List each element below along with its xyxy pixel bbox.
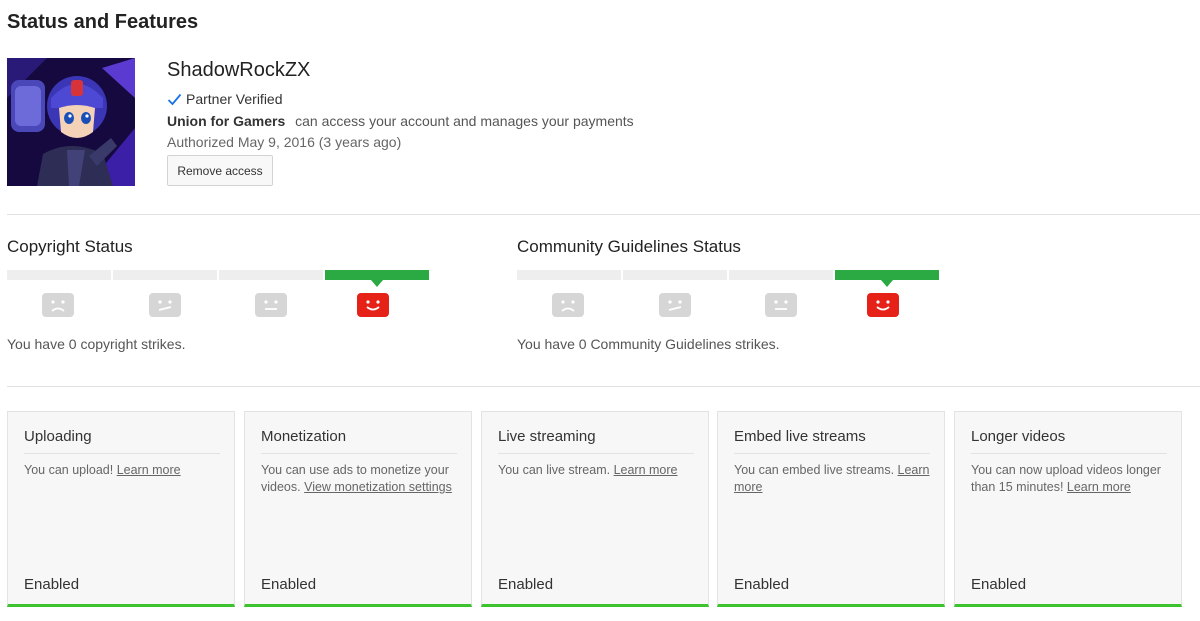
happy-face-icon bbox=[357, 293, 389, 317]
learn-more-link[interactable]: Learn more bbox=[117, 463, 181, 477]
strike-segment bbox=[517, 270, 621, 280]
feature-desc-text: You can live stream. bbox=[498, 463, 614, 477]
divider bbox=[7, 214, 1200, 215]
feature-card-uploading: Uploading You can upload! Learn more Ena… bbox=[7, 411, 235, 607]
feature-status: Enabled bbox=[971, 576, 1027, 593]
strike-segment bbox=[623, 270, 727, 280]
authorized-date: Authorized May 9, 2016 (3 years ago) bbox=[167, 134, 402, 150]
feature-status: Enabled bbox=[261, 576, 317, 593]
community-strike-meter bbox=[517, 270, 941, 287]
channel-name: ShadowRockZX bbox=[167, 59, 311, 81]
feature-card-live-streaming: Live streaming You can live stream. Lear… bbox=[481, 411, 709, 607]
strike-segment bbox=[113, 270, 217, 280]
sad-face-icon bbox=[552, 293, 584, 317]
copyright-strike-count: You have 0 copyright strikes. bbox=[7, 336, 186, 352]
feature-title: Live streaming bbox=[498, 428, 694, 454]
partner-label: Partner Verified bbox=[186, 91, 283, 107]
feature-title: Embed live streams bbox=[734, 428, 930, 454]
community-guidelines-status: Community Guidelines Status You have 0 C… bbox=[517, 237, 957, 352]
community-status-title: Community Guidelines Status bbox=[517, 237, 741, 256]
remove-access-button[interactable]: Remove access bbox=[167, 155, 273, 186]
strike-segment-active bbox=[835, 270, 939, 287]
strike-segment bbox=[219, 270, 323, 280]
feature-description: You can upload! Learn more bbox=[24, 462, 224, 479]
strike-segment bbox=[7, 270, 111, 280]
view-monetization-settings-link[interactable]: View monetization settings bbox=[304, 480, 452, 494]
feature-description: You can embed live streams. Learn more bbox=[734, 462, 934, 496]
feature-description: You can now upload videos longer than 15… bbox=[971, 462, 1171, 496]
feature-desc-text: You can embed live streams. bbox=[734, 463, 898, 477]
copyright-status-title: Copyright Status bbox=[7, 237, 133, 256]
sad-face-icon bbox=[42, 293, 74, 317]
community-strike-count: You have 0 Community Guidelines strikes. bbox=[517, 336, 780, 352]
neutral-face-icon bbox=[765, 293, 797, 317]
learn-more-link[interactable]: Learn more bbox=[1067, 480, 1131, 494]
partner-status: Partner Verified bbox=[167, 91, 283, 107]
check-icon bbox=[167, 92, 182, 107]
unsure-face-icon bbox=[659, 293, 691, 317]
feature-title: Monetization bbox=[261, 428, 457, 454]
copyright-status: Copyright Status You have 0 copyright st… bbox=[7, 237, 447, 352]
feature-description: You can use ads to monetize your videos.… bbox=[261, 462, 461, 496]
access-text: can access your account and manages your… bbox=[295, 113, 634, 129]
unsure-face-icon bbox=[149, 293, 181, 317]
feature-card-embed-live-streams: Embed live streams You can embed live st… bbox=[717, 411, 945, 607]
copyright-strike-meter bbox=[7, 270, 431, 287]
feature-status: Enabled bbox=[24, 576, 80, 593]
access-info: Union for Gamers can access your account… bbox=[167, 113, 634, 129]
happy-face-icon bbox=[867, 293, 899, 317]
feature-status: Enabled bbox=[498, 576, 554, 593]
feature-card-monetization: Monetization You can use ads to monetize… bbox=[244, 411, 472, 607]
page-title: Status and Features bbox=[7, 11, 199, 33]
divider bbox=[7, 386, 1200, 387]
feature-card-longer-videos: Longer videos You can now upload videos … bbox=[954, 411, 1182, 607]
feature-title: Longer videos bbox=[971, 428, 1167, 454]
learn-more-link[interactable]: Learn more bbox=[614, 463, 678, 477]
feature-desc-text: You can upload! bbox=[24, 463, 117, 477]
feature-status: Enabled bbox=[734, 576, 790, 593]
neutral-face-icon bbox=[255, 293, 287, 317]
strike-segment bbox=[729, 270, 833, 280]
strike-segment-active bbox=[325, 270, 429, 287]
feature-description: You can live stream. Learn more bbox=[498, 462, 698, 479]
org-name: Union for Gamers bbox=[167, 113, 286, 129]
feature-title: Uploading bbox=[24, 428, 220, 454]
channel-avatar bbox=[7, 58, 135, 186]
